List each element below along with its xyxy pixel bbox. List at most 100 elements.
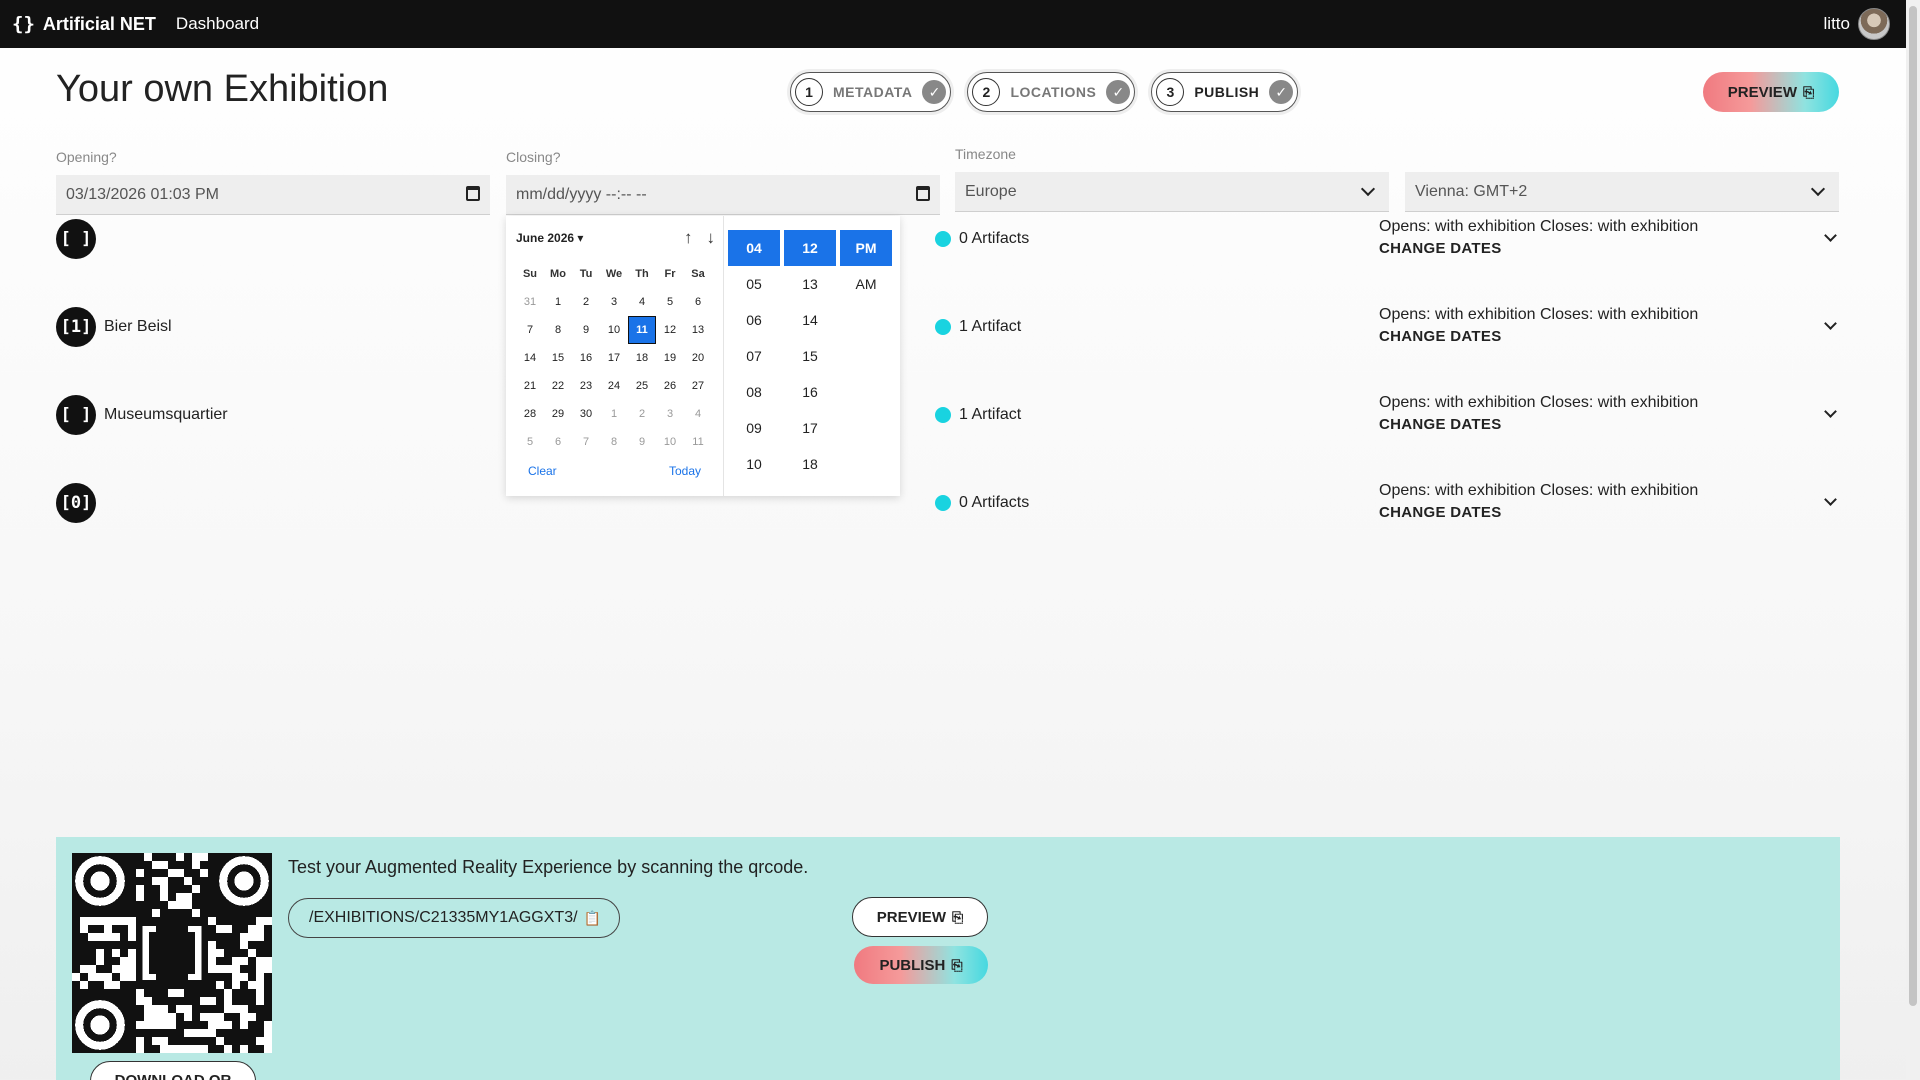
- hours-column: 04 05 06 07 08 09 10: [728, 230, 780, 496]
- calendar-day[interactable]: 29: [544, 400, 572, 428]
- artifact-count-text: 1 Artifact: [959, 406, 1022, 423]
- status-dot: [935, 319, 951, 335]
- calendar-day[interactable]: 11: [684, 428, 712, 456]
- calendar-day[interactable]: 3: [600, 288, 628, 316]
- hour-option[interactable]: 04: [728, 230, 780, 266]
- calendar-day[interactable]: 22: [544, 372, 572, 400]
- month-year-select[interactable]: June 2026: [516, 231, 583, 245]
- calendar-day[interactable]: 30: [572, 400, 600, 428]
- timezone-region-select[interactable]: Europe: [955, 172, 1389, 212]
- change-dates-link[interactable]: CHANGE DATES: [1379, 416, 1698, 433]
- calendar-day[interactable]: 5: [516, 428, 544, 456]
- calendar-day[interactable]: 6: [544, 428, 572, 456]
- check-icon: ✓: [922, 80, 947, 104]
- calendar-day[interactable]: 1: [544, 288, 572, 316]
- step-metadata[interactable]: 1 METADATA ✓: [790, 72, 952, 112]
- calendar-grid: Su Mo Tu We Th Fr Sa 31 1 2 3 4 5 6 7 8 9 10 11 12 13 14 15 16 1…: [516, 260, 713, 456]
- closing-datetime-input[interactable]: mm/dd/yyyy --:-- --: [506, 175, 940, 215]
- calendar-day[interactable]: 20: [684, 344, 712, 372]
- chevron-down-icon[interactable]: [1824, 229, 1837, 242]
- calendar-day[interactable]: 4: [684, 400, 712, 428]
- brand[interactable]: {} Artificial NET: [12, 13, 156, 35]
- calendar-day[interactable]: 10: [600, 316, 628, 344]
- step-locations[interactable]: 2 LOCATIONS ✓: [967, 72, 1136, 112]
- timezone-city-select[interactable]: Vienna: GMT+2: [1405, 172, 1839, 212]
- scrollbar-thumb[interactable]: [1909, 6, 1917, 1006]
- minute-option[interactable]: 13: [784, 266, 836, 302]
- calendar-day[interactable]: 5: [656, 288, 684, 316]
- calendar-day[interactable]: 24: [600, 372, 628, 400]
- calendar-day[interactable]: 16: [572, 344, 600, 372]
- nav-dashboard-link[interactable]: Dashboard: [176, 14, 259, 34]
- minute-option[interactable]: 16: [784, 374, 836, 410]
- minute-option[interactable]: 17: [784, 410, 836, 446]
- calendar-day[interactable]: 26: [656, 372, 684, 400]
- calendar-icon[interactable]: [916, 186, 930, 201]
- check-icon: ✓: [1269, 80, 1294, 104]
- today-button[interactable]: Today: [669, 464, 701, 478]
- step-publish[interactable]: 3 PUBLISH ✓: [1151, 72, 1299, 112]
- calendar-day[interactable]: 2: [628, 400, 656, 428]
- calendar-day[interactable]: 19: [656, 344, 684, 372]
- avatar[interactable]: [1858, 8, 1890, 40]
- clipboard-icon[interactable]: 📋: [584, 910, 601, 927]
- hour-option[interactable]: 10: [728, 446, 780, 482]
- user-menu[interactable]: litto: [1824, 8, 1890, 40]
- calendar-day[interactable]: 12: [656, 316, 684, 344]
- hour-option[interactable]: 05: [728, 266, 780, 302]
- calendar-icon[interactable]: [466, 186, 480, 201]
- calendar-day[interactable]: 27: [684, 372, 712, 400]
- calendar-day[interactable]: 8: [544, 316, 572, 344]
- change-dates-link[interactable]: CHANGE DATES: [1379, 504, 1698, 521]
- minute-option[interactable]: 15: [784, 338, 836, 374]
- calendar-day[interactable]: 14: [516, 344, 544, 372]
- calendar-day[interactable]: 18: [628, 344, 656, 372]
- change-dates-link[interactable]: CHANGE DATES: [1379, 240, 1698, 257]
- hour-option[interactable]: 09: [728, 410, 780, 446]
- calendar-day[interactable]: 9: [572, 316, 600, 344]
- calendar-day[interactable]: 6: [684, 288, 712, 316]
- calendar-day[interactable]: 17: [600, 344, 628, 372]
- publish-button[interactable]: PUBLISH ⎘: [854, 946, 988, 984]
- hour-option[interactable]: 08: [728, 374, 780, 410]
- calendar-day[interactable]: 7: [516, 316, 544, 344]
- calendar-day[interactable]: 9: [628, 428, 656, 456]
- change-dates-link[interactable]: CHANGE DATES: [1379, 328, 1698, 345]
- preview-button[interactable]: PREVIEW ⎘: [1703, 72, 1839, 112]
- calendar-day[interactable]: 13: [684, 316, 712, 344]
- chevron-down-icon[interactable]: [1824, 405, 1837, 418]
- exhibition-path-copy[interactable]: /EXHIBITIONS/C21335MY1AGGXT3/ 📋: [288, 898, 620, 938]
- minute-option[interactable]: 18: [784, 446, 836, 482]
- arrow-up-icon[interactable]: ↑: [684, 228, 693, 248]
- hour-option[interactable]: 06: [728, 302, 780, 338]
- minute-option[interactable]: 12: [784, 230, 836, 266]
- calendar-day[interactable]: 25: [628, 372, 656, 400]
- preview-button-bottom[interactable]: PREVIEW ⎘: [852, 897, 988, 937]
- chevron-down-icon[interactable]: [1824, 493, 1837, 506]
- hour-option[interactable]: 07: [728, 338, 780, 374]
- calendar-day[interactable]: 23: [572, 372, 600, 400]
- download-qr-button[interactable]: DOWNLOAD QR: [90, 1061, 256, 1080]
- calendar-day[interactable]: 2: [572, 288, 600, 316]
- calendar-day[interactable]: 28: [516, 400, 544, 428]
- arrow-down-icon[interactable]: ↓: [707, 228, 716, 248]
- calendar-day[interactable]: 31: [516, 288, 544, 316]
- calendar-day-selected[interactable]: 11: [628, 316, 656, 344]
- calendar-day[interactable]: 3: [656, 400, 684, 428]
- dates-text: Opens: with exhibition Closes: with exhi…: [1379, 482, 1699, 499]
- page-scrollbar[interactable]: [1906, 0, 1920, 1080]
- ampm-option[interactable]: PM: [840, 230, 892, 266]
- calendar-day[interactable]: 4: [628, 288, 656, 316]
- calendar-day[interactable]: 7: [572, 428, 600, 456]
- calendar-day[interactable]: 15: [544, 344, 572, 372]
- opening-datetime-input[interactable]: 03/13/2026 01:03 PM: [56, 175, 490, 215]
- calendar-day[interactable]: 21: [516, 372, 544, 400]
- minute-option[interactable]: 14: [784, 302, 836, 338]
- calendar-day[interactable]: 8: [600, 428, 628, 456]
- time-panel: 04 05 06 07 08 09 10 12 13 14 15 16 17 18 PM AM: [724, 216, 896, 496]
- chevron-down-icon[interactable]: [1824, 317, 1837, 330]
- calendar-day[interactable]: 10: [656, 428, 684, 456]
- ampm-option[interactable]: AM: [840, 266, 892, 302]
- calendar-day[interactable]: 1: [600, 400, 628, 428]
- clear-button[interactable]: Clear: [528, 464, 557, 478]
